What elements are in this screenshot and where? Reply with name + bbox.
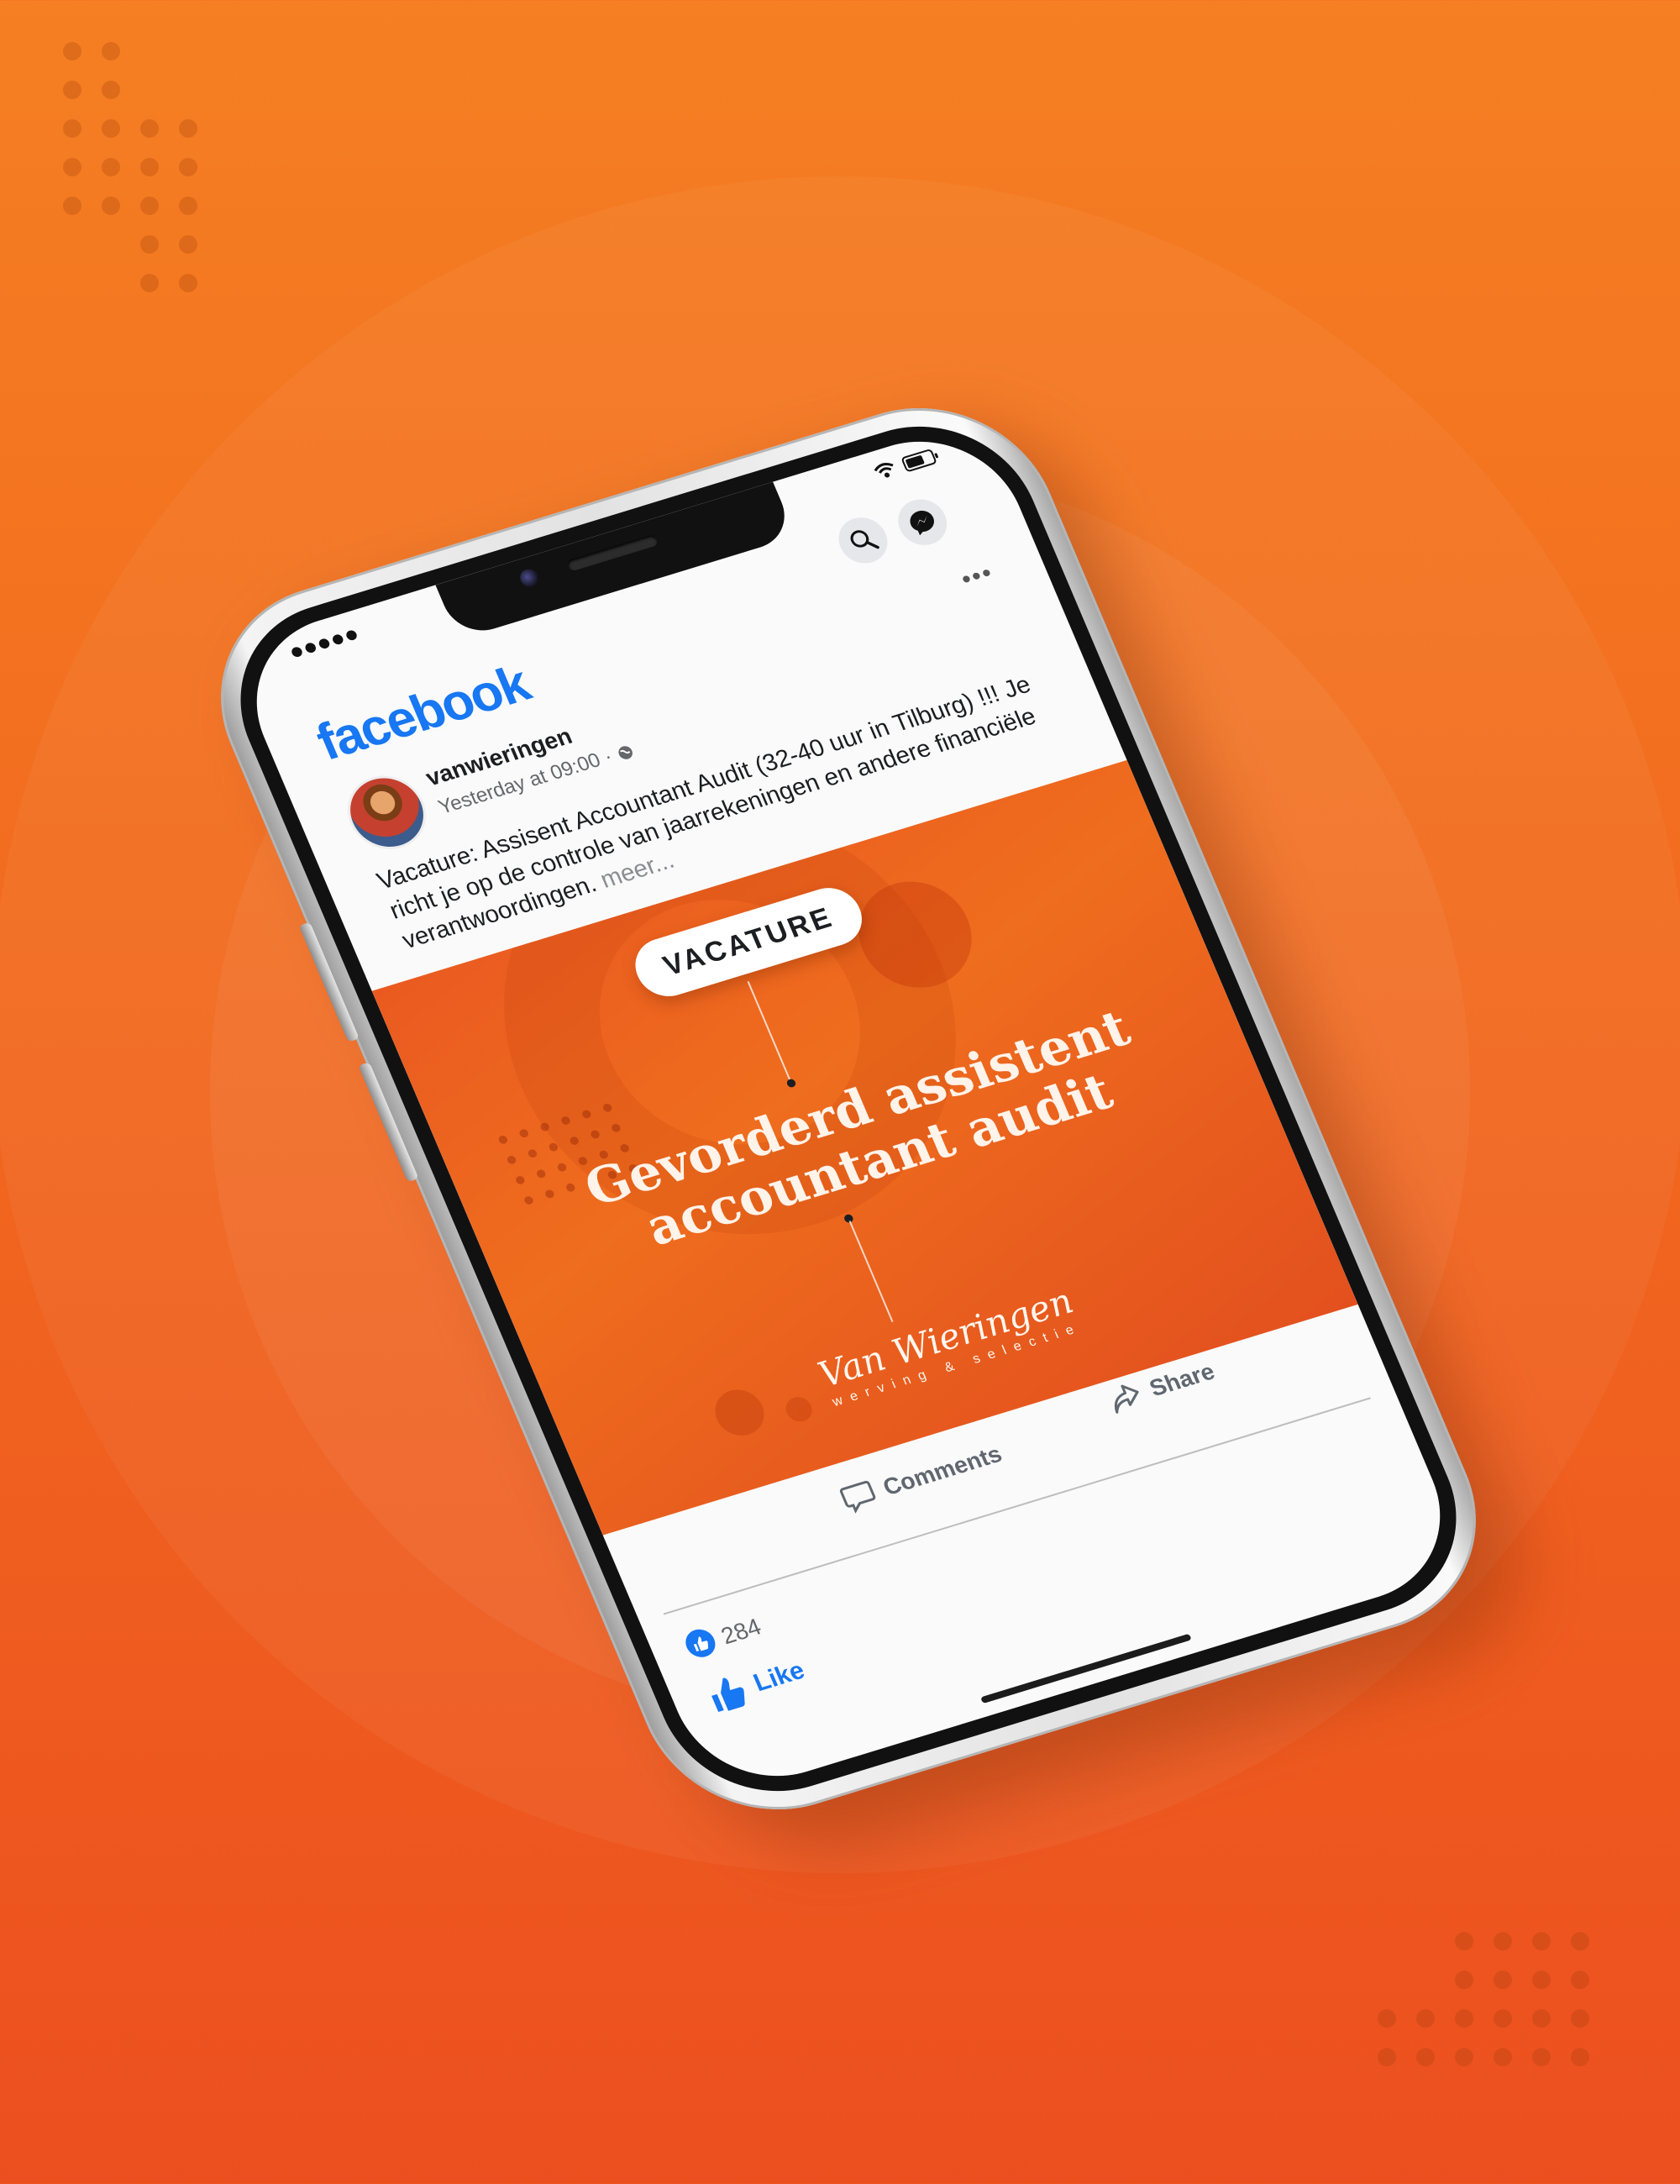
search-icon — [850, 530, 879, 549]
battery-icon — [900, 448, 937, 473]
status-indicators — [871, 448, 937, 481]
wifi-icon — [874, 463, 894, 478]
decorative-dots-top-left — [63, 42, 197, 292]
globe-icon — [617, 746, 633, 759]
signal-strength-icon — [290, 628, 359, 659]
like-reaction-badge — [680, 1625, 720, 1661]
messenger-button[interactable] — [890, 493, 954, 551]
comment-icon — [839, 1480, 876, 1514]
author-avatar[interactable] — [339, 769, 435, 856]
post-time-separator: · — [600, 745, 617, 769]
like-count: 284 — [717, 1613, 765, 1650]
comments-label: Comments — [879, 1441, 1006, 1501]
like-label: Like — [749, 1656, 809, 1698]
thumbs-up-icon — [711, 1677, 745, 1713]
front-camera — [517, 566, 543, 590]
decorative-dots-bottom-right — [1378, 1932, 1589, 2066]
connector-line-bottom — [848, 1221, 894, 1323]
search-button[interactable] — [831, 512, 895, 570]
thumbs-up-icon — [693, 1636, 709, 1652]
messenger-icon — [910, 511, 934, 536]
share-icon — [1114, 1384, 1139, 1414]
